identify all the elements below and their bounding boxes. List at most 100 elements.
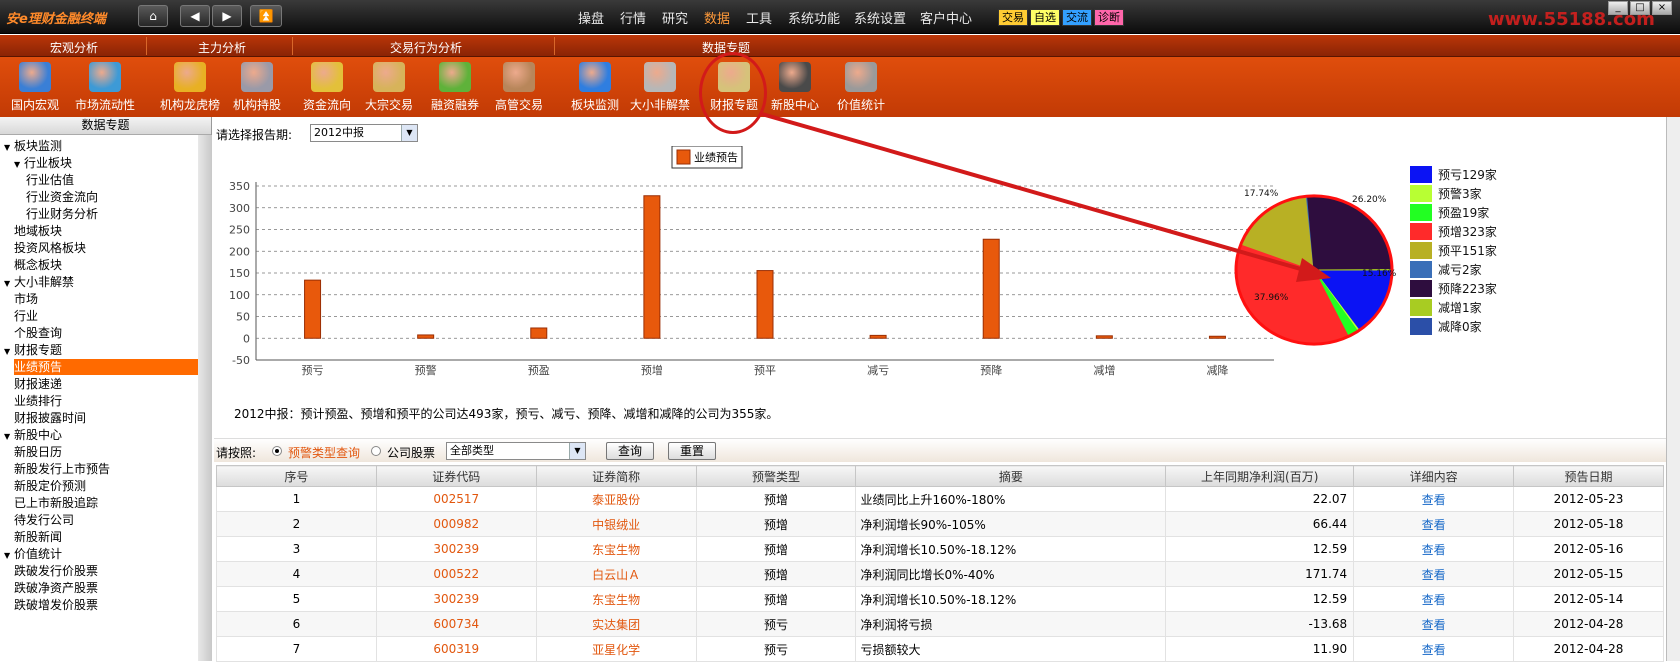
forward-button[interactable]: ▶ xyxy=(212,5,242,27)
sidebar-item-4[interactable]: 行业财务分析 xyxy=(26,206,98,222)
maximize-button[interactable]: □ xyxy=(1630,1,1650,15)
table-cell[interactable]: 000982 xyxy=(375,511,537,537)
sidebar-item-0[interactable]: ▼ 板块监测 xyxy=(4,138,62,154)
sidebar-item-2[interactable]: 行业估值 xyxy=(26,172,74,188)
main-scrollbar[interactable] xyxy=(1666,117,1680,661)
tool-ledger[interactable]: 高管交易 xyxy=(484,60,554,116)
sidebar-item-8[interactable]: ▼ 大小非解禁 xyxy=(4,274,74,290)
table-row[interactable]: 1 002517 泰亚股份 预增 业绩同比上升160%-180% 22.07 查看 2012-… xyxy=(216,486,1664,512)
menu-item-2[interactable]: 研究 xyxy=(662,8,688,27)
table-cell[interactable]: 白云山Ａ xyxy=(535,561,697,587)
query-button[interactable]: 查询 xyxy=(606,442,654,460)
sidebar-item-11[interactable]: 个股查询 xyxy=(14,325,62,341)
tool-new-stock[interactable]: 新股中心 xyxy=(760,60,830,116)
sidebar-item-15[interactable]: 业绩排行 xyxy=(14,393,62,409)
sidebar-item-27[interactable]: 跌破增发价股票 xyxy=(14,597,98,613)
tree-toggle-icon[interactable]: ▼ xyxy=(4,429,14,445)
tool-coin-stacks[interactable]: 大宗交易 xyxy=(354,60,424,116)
table-cell[interactable]: 查看 xyxy=(1353,536,1515,562)
radio-stock-query[interactable] xyxy=(371,446,381,456)
sidebar-item-23[interactable]: 新股新闻 xyxy=(14,529,62,545)
column-header[interactable]: 详细内容 xyxy=(1353,465,1515,487)
table-row[interactable]: 3 300239 东宝生物 预增 净利润增长10.50%-18.12% 12.59 查看 20… xyxy=(216,536,1664,562)
table-row[interactable]: 2 000982 中银绒业 预增 净利润增长90%-105% 66.44 查看 2012-05… xyxy=(216,511,1664,537)
table-cell[interactable]: 东宝生物 xyxy=(535,586,697,612)
sidebar-item-14[interactable]: 财报速递 xyxy=(14,376,62,392)
table-cell[interactable]: 东宝生物 xyxy=(535,536,697,562)
table-cell[interactable]: 002517 xyxy=(375,486,537,512)
sidebar-item-20[interactable]: 新股定价预测 xyxy=(14,478,86,494)
reset-button[interactable]: 重置 xyxy=(668,442,716,460)
menu-item-3[interactable]: 数据 xyxy=(704,8,730,27)
table-row[interactable]: 7 600319 亚星化学 预亏 亏损额较大 11.90 查看 2012-04-28 xyxy=(216,636,1664,662)
sidebar-item-7[interactable]: 概念板块 xyxy=(14,257,62,273)
tree-toggle-icon[interactable]: ▼ xyxy=(14,157,24,173)
collapse-button[interactable]: ⏫ xyxy=(250,5,282,27)
menu-item-7[interactable]: 客户中心 xyxy=(920,8,972,27)
sidebar-item-18[interactable]: 新股日历 xyxy=(14,444,62,460)
radio-type-label[interactable]: 预警类型查询 xyxy=(288,444,360,461)
tree-toggle-icon[interactable]: ▼ xyxy=(4,344,14,360)
sidebar-item-3[interactable]: 行业资金流向 xyxy=(26,189,98,205)
badge-2[interactable]: 交流 xyxy=(1062,9,1092,26)
menu-item-1[interactable]: 行情 xyxy=(620,8,646,27)
table-cell[interactable]: 查看 xyxy=(1353,636,1515,662)
column-header[interactable]: 上年同期净利润(百万) xyxy=(1165,465,1355,487)
column-header[interactable]: 预告日期 xyxy=(1513,465,1664,487)
radio-stock-label[interactable]: 公司股票 xyxy=(387,444,435,461)
tree-toggle-icon[interactable]: ▼ xyxy=(4,276,14,292)
table-cell[interactable]: 实达集团 xyxy=(535,611,697,637)
table-row[interactable]: 5 300239 东宝生物 预增 净利润增长10.50%-18.12% 12.59 查看 20… xyxy=(216,586,1664,612)
sidebar-item-21[interactable]: 已上市新股追踪 xyxy=(14,495,98,511)
sidebar-item-24[interactable]: ▼ 价值统计 xyxy=(4,546,62,562)
tree-toggle-icon[interactable]: ▼ xyxy=(4,548,14,564)
sidebar-item-25[interactable]: 跌破发行价股票 xyxy=(14,563,98,579)
tool-coin-arrows[interactable]: 资金流向 xyxy=(292,60,362,116)
sidebar-item-26[interactable]: 跌破净资产股票 xyxy=(14,580,98,596)
table-cell[interactable]: 查看 xyxy=(1353,611,1515,637)
column-header[interactable]: 预警类型 xyxy=(695,465,857,487)
minimize-button[interactable]: _ xyxy=(1608,1,1628,15)
tool-blocks[interactable]: 板块监测 xyxy=(560,60,630,116)
table-cell[interactable]: 600319 xyxy=(375,636,537,662)
table-cell[interactable]: 查看 xyxy=(1353,486,1515,512)
table-cell[interactable]: 000522 xyxy=(375,561,537,587)
badge-1[interactable]: 自选 xyxy=(1030,9,1060,26)
period-select[interactable]: 2012中报 ▼ xyxy=(310,124,418,142)
table-cell[interactable]: 泰亚股份 xyxy=(535,486,697,512)
table-row[interactable]: 4 000522 白云山Ａ 预增 净利润同比增长0%-40% 171.74 查看 2012-0… xyxy=(216,561,1664,587)
column-header[interactable]: 摘要 xyxy=(855,465,1167,487)
sidebar-item-16[interactable]: 财报披露时间 xyxy=(14,410,86,426)
type-select[interactable]: 全部类型 ▼ xyxy=(446,442,586,460)
menu-item-6[interactable]: 系统设置 xyxy=(854,8,906,27)
tool-padlock[interactable]: 大小非解禁 xyxy=(625,60,695,116)
sidebar-item-12[interactable]: ▼ 财报专题 xyxy=(4,342,62,358)
home-button[interactable]: ⌂ xyxy=(138,5,168,27)
sidebar-item-13[interactable]: 业绩预告 xyxy=(14,359,206,375)
sidebar-item-10[interactable]: 行业 xyxy=(14,308,38,324)
menu-item-4[interactable]: 工具 xyxy=(746,8,772,27)
sidebar-item-22[interactable]: 待发行公司 xyxy=(14,512,74,528)
menu-item-5[interactable]: 系统功能 xyxy=(788,8,840,27)
column-header[interactable]: 证券代码 xyxy=(375,465,537,487)
table-cell[interactable]: 300239 xyxy=(375,586,537,612)
tool-microphone[interactable]: 价值统计 xyxy=(826,60,896,116)
badge-3[interactable]: 诊断 xyxy=(1094,9,1124,26)
table-cell[interactable]: 中银绒业 xyxy=(535,511,697,537)
table-cell[interactable]: 查看 xyxy=(1353,511,1515,537)
column-header[interactable]: 序号 xyxy=(216,465,377,487)
sidebar-item-9[interactable]: 市场 xyxy=(14,291,38,307)
sidebar-item-1[interactable]: ▼ 行业板块 xyxy=(14,155,72,171)
tool-merge-arrow[interactable]: 融资融券 xyxy=(420,60,490,116)
tool-globe-chart[interactable]: 市场流动性 xyxy=(70,60,140,116)
back-button[interactable]: ◀ xyxy=(180,5,210,27)
menu-item-0[interactable]: 操盘 xyxy=(578,8,604,27)
sidebar-item-6[interactable]: 投资风格板块 xyxy=(14,240,86,256)
tool-bank[interactable]: 机构持股 xyxy=(222,60,292,116)
radio-type-query[interactable] xyxy=(272,446,282,456)
tool-medal[interactable]: 机构龙虎榜 xyxy=(155,60,225,116)
table-cell[interactable]: 亚星化学 xyxy=(535,636,697,662)
table-cell[interactable]: 查看 xyxy=(1353,586,1515,612)
column-header[interactable]: 证券简称 xyxy=(535,465,697,487)
tool-binoculars[interactable]: 国内宏观 xyxy=(0,60,70,116)
